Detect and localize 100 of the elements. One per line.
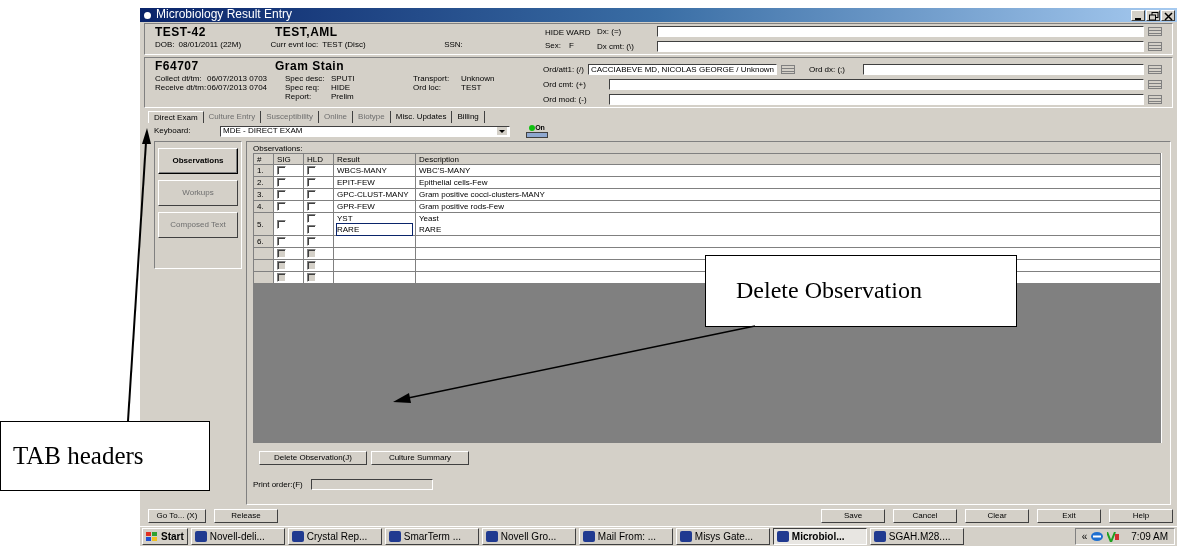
detail-label: Receive dt/tm:: [155, 83, 207, 93]
input-field[interactable]: [310, 479, 433, 490]
description-text: Gram positive rods-Few: [419, 202, 504, 212]
patient-name: TEST,AML: [275, 26, 338, 40]
ssn-label: SSN:: [444, 39, 463, 49]
taskbar-item[interactable]: Novell-deli...: [190, 528, 285, 545]
column-header: Description: [415, 153, 1161, 165]
windows-logo-icon: [146, 531, 157, 542]
checkbox[interactable]: [277, 178, 286, 188]
input-field[interactable]: CACCIABEVE MD, NICOLAS GEORGE / Unknown: [587, 64, 778, 75]
input-field[interactable]: [609, 94, 1144, 105]
callout-box: Delete Observation: [705, 255, 1017, 327]
checkbox[interactable]: [307, 237, 316, 247]
detail-value: 06/07/2013 0704: [207, 83, 268, 93]
location-label: Curr evnt loc:: [270, 39, 319, 49]
window-title: Microbiology Result Entry: [156, 8, 294, 22]
app-icon: [679, 531, 692, 542]
field-label: Ord dx: (;): [809, 64, 846, 75]
keyboard-label: Keyboard:: [154, 126, 192, 136]
column-header: Result: [333, 153, 416, 165]
checkbox[interactable]: [307, 178, 316, 188]
order-number: F64707: [155, 60, 200, 74]
dropdown-arrow-icon[interactable]: [497, 127, 507, 135]
close-icon: [1164, 11, 1174, 21]
action-button[interactable]: Culture Summary: [371, 451, 469, 465]
checkbox[interactable]: [277, 237, 286, 247]
minimize-button[interactable]: [1131, 9, 1145, 21]
action-button[interactable]: Delete Observation(J): [259, 451, 367, 465]
sex-label: Sex:: [545, 40, 561, 51]
tab[interactable]: Billing: [452, 111, 485, 123]
field-label: Ord mod: (-): [543, 94, 588, 105]
checkbox[interactable]: [277, 166, 286, 176]
column-header: HLD: [303, 153, 334, 165]
description-text: Gram positive cocci-clusters-MANY: [419, 190, 545, 200]
detail-label: Spec desc:: [285, 73, 326, 83]
input-field[interactable]: [609, 79, 1144, 90]
description-text: RARE: [419, 225, 442, 235]
taskbar-item[interactable]: Crystal Rep...: [287, 528, 382, 545]
clock-text: 7:09 AM: [1131, 530, 1168, 543]
app-icon: [485, 531, 498, 542]
tray-toggle[interactable]: «: [1081, 530, 1088, 543]
checkbox[interactable]: [307, 202, 316, 212]
close-button[interactable]: [1161, 9, 1175, 21]
checkbox[interactable]: [277, 190, 286, 200]
taskbar-item[interactable]: SGAH.M28....: [869, 528, 964, 545]
action-button[interactable]: Go To... (X): [148, 509, 206, 523]
lookup-button[interactable]: [1148, 80, 1162, 89]
taskbar-item[interactable]: Microbiol...: [772, 528, 867, 545]
action-button[interactable]: Exit: [1037, 509, 1101, 523]
action-button[interactable]: Release: [214, 509, 278, 523]
action-button[interactable]: Save: [821, 509, 885, 523]
restore-icon: [1149, 11, 1159, 21]
lookup-button[interactable]: [781, 65, 796, 74]
detail-value: Unknown: [461, 73, 495, 83]
network-icon[interactable]: [1091, 532, 1104, 541]
minimize-icon: [1135, 17, 1141, 20]
checkbox[interactable]: [307, 225, 316, 235]
input-field[interactable]: [863, 64, 1144, 75]
field-label: Dx cmt: (\): [597, 41, 635, 52]
detail-label: Collect dt/tm:: [155, 73, 203, 83]
taskbar-item[interactable]: Mail From: ...: [578, 528, 673, 545]
tab[interactable]: Misc. Updates: [390, 111, 453, 123]
start-button[interactable]: Start: [142, 528, 188, 545]
print-order-label: Print order:(F): [253, 479, 303, 490]
taskbar-item[interactable]: Novell Gro...: [481, 528, 576, 545]
detail-value: HIDE: [331, 83, 351, 93]
action-button[interactable]: Clear: [965, 509, 1029, 523]
tab[interactable]: Direct Exam: [148, 111, 204, 123]
toggle-button[interactable]: [526, 132, 548, 139]
callout-box: TAB headers: [0, 421, 210, 491]
app-icon: [291, 531, 304, 542]
detail-value: Prelim: [331, 92, 354, 102]
lookup-button[interactable]: [1148, 95, 1162, 104]
input-field[interactable]: [657, 41, 1144, 52]
lookup-button[interactable]: [1148, 65, 1162, 74]
result-text: GPC-CLUST-MANY: [337, 190, 409, 200]
description-text: WBC'S-MANY: [419, 166, 471, 176]
field-label: Ord cmt: (+): [543, 79, 587, 90]
patient-id: TEST-42: [155, 26, 207, 40]
input-field[interactable]: [657, 26, 1144, 37]
restore-button[interactable]: [1146, 9, 1160, 21]
checkbox[interactable]: [277, 202, 286, 212]
keyboard-dropdown[interactable]: MDE - DIRECT EXAM: [220, 125, 510, 137]
action-button[interactable]: Cancel: [893, 509, 957, 523]
checkbox[interactable]: [307, 190, 316, 200]
description-text: Epithelial cells-Few: [419, 178, 488, 188]
lookup-button[interactable]: [1148, 42, 1162, 51]
lookup-button[interactable]: [1148, 27, 1162, 36]
taskbar-item[interactable]: Misys Gate...: [675, 528, 770, 545]
action-button[interactable]: Help: [1109, 509, 1173, 523]
app-icon: [873, 531, 886, 542]
location-value: TEST (Disc): [322, 39, 367, 49]
result-text: WBCS-MANY: [337, 166, 387, 176]
taskbar-item[interactable]: SmarTerm ...: [384, 528, 479, 545]
app-icon: [582, 531, 595, 542]
checkbox[interactable]: [307, 166, 316, 176]
ward-text: HIDE WARD: [545, 27, 592, 38]
result-text: YST: [337, 214, 353, 224]
side-button[interactable]: Observations: [158, 148, 238, 175]
checkbox[interactable]: [307, 214, 316, 224]
